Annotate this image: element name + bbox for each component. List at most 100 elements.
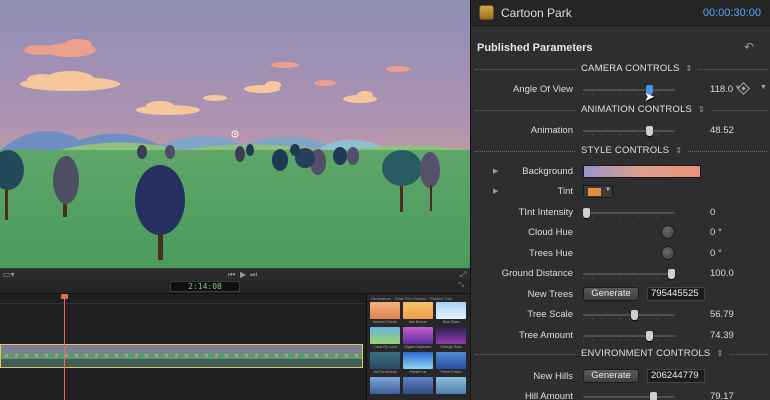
param-value[interactable]: 48.52	[710, 125, 734, 136]
section-environment-controls[interactable]: ENVIRONMENT CONTROLS ⇕	[471, 348, 770, 362]
animation-slider[interactable]	[583, 126, 675, 136]
generator-path: Generators · Final Film Studios · Fidder…	[371, 296, 453, 301]
section-label: ANIMATION CONTROLS	[581, 104, 693, 115]
generator-thumbnail[interactable]: Old Farmhouse	[370, 352, 400, 375]
next-frame-button[interactable]: ⏭	[250, 270, 257, 280]
generator-label: Strange Rays	[440, 345, 462, 349]
section-style-controls[interactable]: STYLE CONTROLS ⇕	[471, 145, 770, 159]
timeline-tracks[interactable]	[0, 304, 365, 400]
param-label: Background	[522, 166, 573, 177]
param-value[interactable]: 118.0 °	[710, 84, 740, 95]
timecode-display[interactable]: 2:14:08	[170, 281, 240, 292]
generator-thumbnail[interactable]: Strange Rays	[436, 327, 466, 350]
param-value[interactable]: 0 °	[710, 248, 722, 259]
generate-hills-button[interactable]: Generate	[583, 369, 639, 383]
param-background: ▶ Background	[471, 164, 770, 180]
generator-thumbnail[interactable]: Cubic Fly Land	[370, 327, 400, 350]
view-options-icon[interactable]: ▭▾	[3, 270, 15, 279]
project-duration: 00:00:30:00	[702, 7, 761, 19]
param-value[interactable]: 0 °	[710, 227, 722, 238]
chevron-down-icon[interactable]: ▼	[760, 84, 767, 91]
generator-thumbnail[interactable]: Planet Fun	[403, 352, 433, 375]
slider-knob[interactable]	[646, 85, 653, 95]
generator-browser: Generators · Final Film Studios · Fidder…	[366, 294, 470, 400]
section-label: STYLE CONTROLS	[581, 145, 670, 156]
param-cloud-hue: Cloud Hue 0 °	[471, 225, 770, 241]
section-label: CAMERA CONTROLS	[581, 63, 680, 74]
tint-color-well[interactable]: ▼	[583, 185, 613, 198]
generator-thumbnail[interactable]	[403, 377, 433, 400]
param-value[interactable]: 74.39	[710, 330, 734, 341]
param-animation: Animation 48.52	[471, 123, 770, 139]
hill-amount-slider[interactable]	[583, 392, 675, 400]
param-value[interactable]: 79.17	[710, 391, 734, 400]
slider-knob[interactable]	[646, 126, 653, 136]
tree-amount-slider[interactable]	[583, 331, 675, 341]
generator-label	[436, 394, 466, 400]
param-ground-distance: Ground Distance 100.0	[471, 266, 770, 282]
timeline-toolbar: 2:14:08 ⤡	[0, 280, 470, 294]
canvas-viewer[interactable]	[0, 0, 470, 268]
section-animation-controls[interactable]: ANIMATION CONTROLS ⇕	[471, 104, 770, 118]
generator-thumbnail[interactable]	[436, 377, 466, 400]
playhead[interactable]	[64, 296, 65, 400]
angle-of-view-slider[interactable]	[583, 85, 675, 95]
generator-preview	[370, 327, 400, 344]
slider-knob[interactable]	[583, 208, 590, 218]
fullscreen-icon[interactable]: ⤢	[460, 270, 466, 280]
generator-preview	[370, 302, 400, 319]
generate-trees-button[interactable]: Generate	[583, 287, 639, 301]
param-label: Ground Distance	[501, 268, 573, 279]
previous-frame-button[interactable]: ⏮	[228, 270, 235, 280]
tint-intensity-slider[interactable]	[583, 208, 675, 218]
section-toggle-icon[interactable]: ⇕	[716, 349, 723, 358]
hills-seed-field[interactable]: 206244779	[647, 369, 705, 383]
tree-scale-slider[interactable]	[583, 310, 675, 320]
timeline-ruler[interactable]	[0, 294, 365, 304]
param-tint: ▶ Tint ▼	[471, 184, 770, 200]
param-value[interactable]: 100.0	[710, 268, 734, 279]
param-label: Tint	[557, 186, 573, 197]
generator-thumbnail[interactable]: Bari Breeze	[403, 302, 433, 325]
generator-thumbnail[interactable]: Autumn Clouds	[370, 302, 400, 325]
tint-swatch	[588, 188, 601, 196]
param-label: Tree Scale	[527, 309, 573, 320]
section-label: ENVIRONMENT CONTROLS	[581, 348, 711, 359]
generator-label	[370, 394, 400, 400]
section-toggle-icon[interactable]: ⇕	[686, 64, 693, 73]
cloud-hue-dial[interactable]	[661, 225, 675, 239]
param-angle-of-view: Angle Of View 118.0 ° ▼	[471, 82, 770, 98]
reset-icon[interactable]: ↶	[744, 40, 754, 54]
slider-knob[interactable]	[631, 310, 638, 320]
slider-knob[interactable]	[650, 392, 657, 400]
generator-label: Planet Fun	[409, 370, 427, 374]
param-value[interactable]: 0	[710, 207, 715, 218]
ground-distance-slider[interactable]	[583, 269, 675, 279]
slider-knob[interactable]	[646, 331, 653, 341]
param-label: Hill Amount	[524, 391, 573, 400]
generator-label: Cubic Fly Land	[373, 345, 397, 349]
section-toggle-icon[interactable]: ⇕	[698, 105, 705, 114]
trees-seed-field[interactable]: 795445525	[647, 287, 705, 301]
motion-template-icon	[479, 5, 494, 20]
timeline-clip[interactable]	[0, 344, 363, 368]
disclosure-triangle-icon[interactable]: ▶	[493, 187, 498, 195]
clip-filmstrip	[1, 345, 362, 367]
generator-grid: Autumn Clouds Bari Breeze Blue Skies Cubic …	[367, 302, 470, 400]
disclosure-triangle-icon[interactable]: ▶	[493, 167, 498, 175]
param-value[interactable]: 56.79	[710, 309, 734, 320]
play-button[interactable]: ▶	[240, 270, 246, 279]
param-label: New Hills	[533, 371, 573, 382]
trees-hue-dial[interactable]	[661, 246, 675, 260]
zoom-tool-icon[interactable]: ⤡	[458, 282, 464, 290]
generator-thumbnail[interactable]: Blue Skies	[436, 302, 466, 325]
slider-knob[interactable]	[668, 269, 675, 279]
generator-thumbnail[interactable]: Planet Future	[436, 352, 466, 375]
section-toggle-icon[interactable]: ⇕	[675, 146, 682, 155]
generator-thumbnail[interactable]: Digital Daydream	[403, 327, 433, 350]
generator-label	[403, 394, 433, 400]
param-tree-amount: Tree Amount 74.39	[471, 328, 770, 344]
background-gradient-swatch[interactable]	[583, 165, 701, 178]
generator-thumbnail[interactable]	[370, 377, 400, 400]
section-camera-controls[interactable]: CAMERA CONTROLS ⇕	[471, 63, 770, 77]
